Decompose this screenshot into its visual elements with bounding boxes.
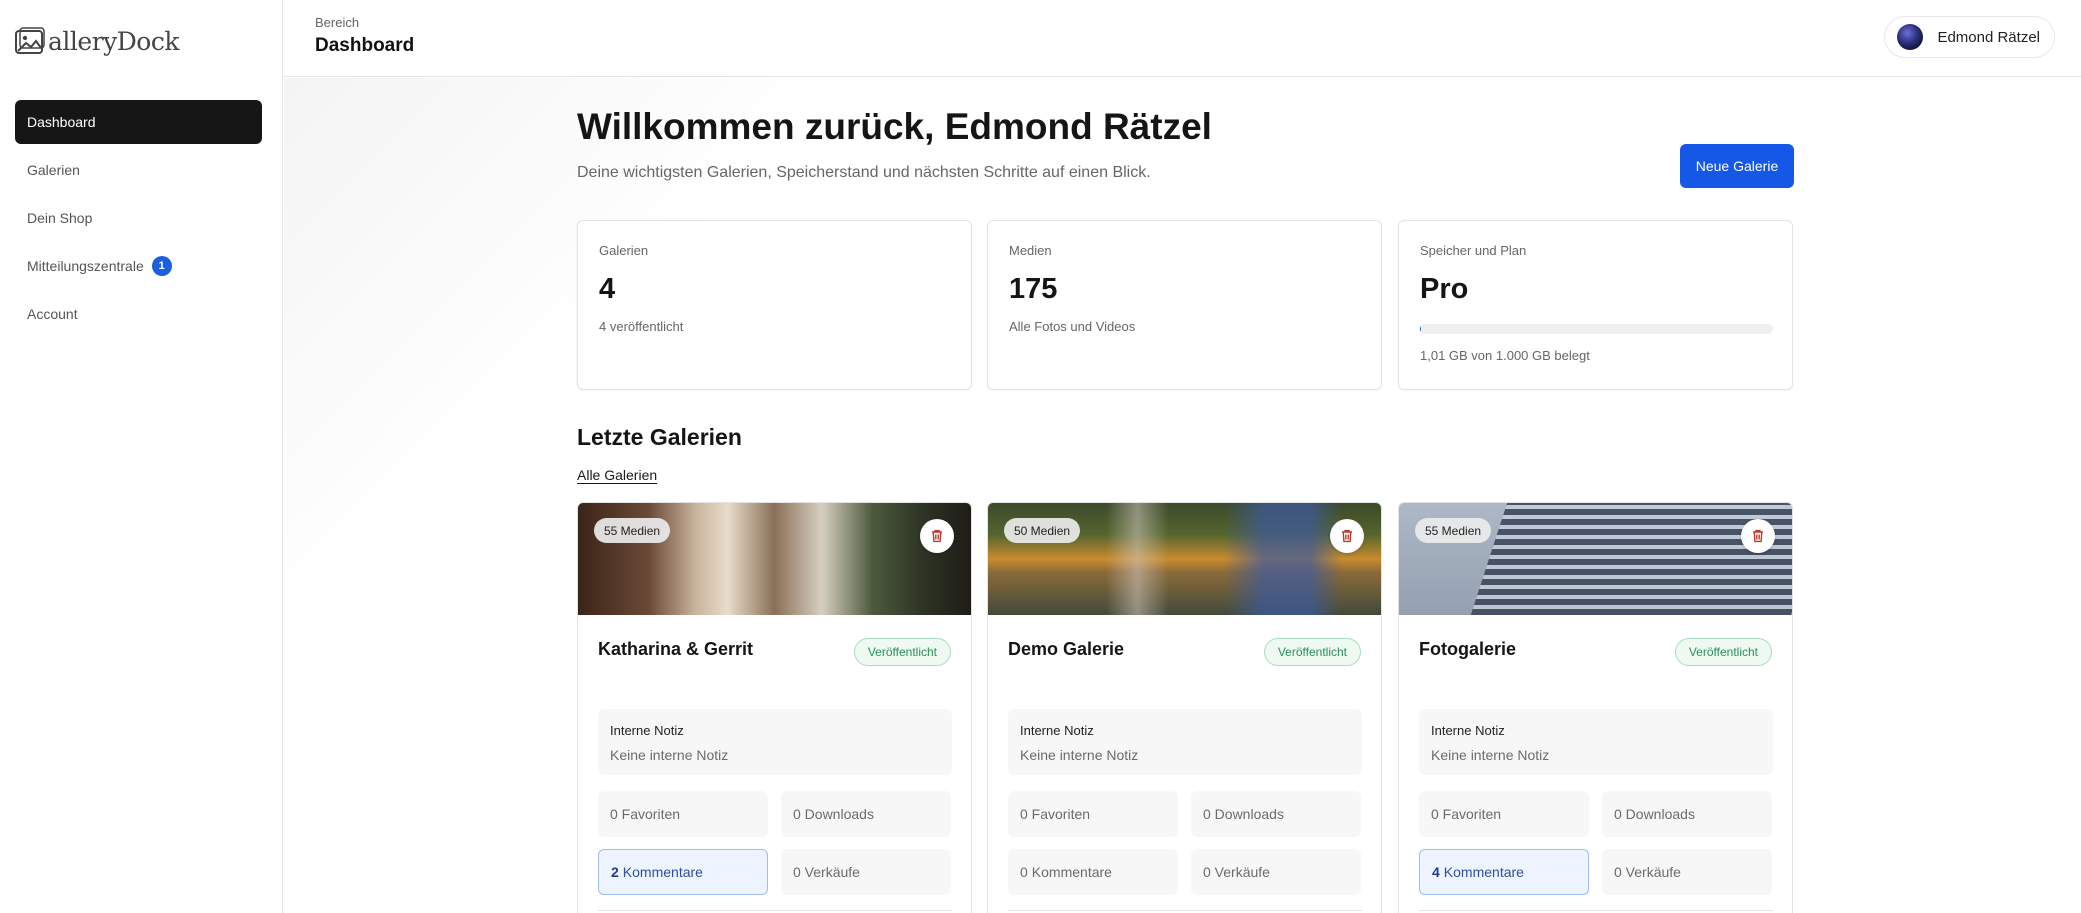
all-galleries-link[interactable]: Alle Galerien xyxy=(577,467,657,483)
comments-count: 4 xyxy=(1432,864,1440,880)
gallery-title[interactable]: Fotogalerie xyxy=(1419,639,1516,660)
page-title: Dashboard xyxy=(315,35,415,56)
sidebar: alleryDock Dashboard Galerien Dein Shop … xyxy=(0,0,283,913)
sales-metric: 0 Verkäufe xyxy=(1602,849,1772,895)
note-text: Keine interne Notiz xyxy=(610,747,729,763)
internal-note: Interne Notiz Keine interne Notiz xyxy=(1419,709,1773,775)
user-menu-button[interactable]: Edmond Rätzel xyxy=(1884,16,2055,58)
note-title: Interne Notiz xyxy=(1020,723,1094,738)
main-content: Willkommen zurück, Edmond Rätzel Deine w… xyxy=(284,78,2081,913)
internal-note: Interne Notiz Keine interne Notiz xyxy=(1008,709,1362,775)
plan-name: Pro xyxy=(1420,273,1469,305)
stat-label: Speicher und Plan xyxy=(1420,243,1527,258)
status-badge: Veröffentlicht xyxy=(1263,638,1361,666)
comments-label: Kommentare xyxy=(1031,864,1112,880)
note-title: Interne Notiz xyxy=(1431,723,1505,738)
divider xyxy=(1419,910,1773,911)
notification-count-badge: 1 xyxy=(151,256,172,276)
brand-name: alleryDock xyxy=(48,26,180,56)
trash-icon xyxy=(1753,529,1763,543)
sidebar-item-mitteilungszentrale[interactable]: Mitteilungszentrale 1 xyxy=(15,244,262,288)
sidebar-item-dashboard[interactable]: Dashboard xyxy=(15,100,262,144)
gallery-logo-icon xyxy=(15,27,45,54)
stat-label: Medien xyxy=(1009,243,1052,258)
storage-usage-text: 1,01 GB von 1.000 GB belegt xyxy=(1420,348,1590,363)
stat-note: Alle Fotos und Videos xyxy=(1009,319,1136,334)
downloads-metric: 0 Downloads xyxy=(1191,791,1361,837)
delete-gallery-button[interactable] xyxy=(1741,519,1775,553)
comments-label: Kommentare xyxy=(1443,864,1524,880)
note-text: Keine interne Notiz xyxy=(1431,747,1550,763)
media-count-chip: 55 Medien xyxy=(594,518,671,543)
note-title: Interne Notiz xyxy=(610,723,684,738)
divider xyxy=(1008,910,1362,911)
stat-label: Galerien xyxy=(599,243,649,258)
favorites-metric: 0 Favoriten xyxy=(1419,791,1589,837)
sidebar-nav: Dashboard Galerien Dein Shop Mitteilungs… xyxy=(15,100,262,340)
stat-card-galleries: Galerien 4 4 veröffentlicht xyxy=(577,220,972,390)
comments-label: Kommentare xyxy=(622,864,703,880)
delete-gallery-button[interactable] xyxy=(1330,519,1364,553)
divider xyxy=(598,910,952,911)
comments-metric[interactable]: 0 Kommentare xyxy=(1008,849,1178,895)
comments-metric[interactable]: 2 Kommentare xyxy=(598,849,768,895)
sidebar-item-label: Dein Shop xyxy=(27,210,93,226)
new-gallery-button[interactable]: Neue Galerie xyxy=(1680,144,1794,188)
stat-card-media: Medien 175 Alle Fotos und Videos xyxy=(987,220,1382,390)
comments-count: 2 xyxy=(611,864,619,880)
sales-metric: 0 Verkäufe xyxy=(781,849,951,895)
sidebar-item-account[interactable]: Account xyxy=(15,292,262,336)
recent-galleries-heading: Letzte Galerien xyxy=(577,424,742,450)
avatar xyxy=(1897,24,1924,50)
gallery-title[interactable]: Demo Galerie xyxy=(1008,639,1124,660)
trash-icon xyxy=(1342,529,1352,543)
comments-metric[interactable]: 4 Kommentare xyxy=(1419,849,1589,895)
gallery-card[interactable]: 50 Medien Demo Galerie Veröffentlicht In… xyxy=(987,502,1382,913)
downloads-metric: 0 Downloads xyxy=(781,791,951,837)
sidebar-item-label: Mitteilungszentrale xyxy=(27,258,144,274)
sidebar-item-galerien[interactable]: Galerien xyxy=(15,148,262,192)
gallery-title[interactable]: Katharina & Gerrit xyxy=(598,639,753,660)
internal-note: Interne Notiz Keine interne Notiz xyxy=(598,709,952,775)
user-name: Edmond Rätzel xyxy=(1937,28,2040,46)
note-text: Keine interne Notiz xyxy=(1020,747,1139,763)
gallery-card[interactable]: 55 Medien Katharina & Gerrit Veröffentli… xyxy=(577,502,972,913)
delete-gallery-button[interactable] xyxy=(920,519,954,553)
stat-value: 175 xyxy=(1009,273,1058,305)
sidebar-item-label: Galerien xyxy=(27,162,80,178)
favorites-metric: 0 Favoriten xyxy=(1008,791,1178,837)
status-badge: Veröffentlicht xyxy=(1674,638,1772,666)
sidebar-item-label: Dashboard xyxy=(27,114,96,130)
status-badge: Veröffentlicht xyxy=(853,638,951,666)
top-bar: Bereich Dashboard Edmond Rätzel xyxy=(283,0,2081,77)
stat-note: 4 veröffentlicht xyxy=(599,319,684,334)
media-count-chip: 50 Medien xyxy=(1004,518,1081,543)
stat-card-storage: Speicher und Plan Pro 1,01 GB von 1.000 … xyxy=(1398,220,1793,390)
sales-metric: 0 Verkäufe xyxy=(1191,849,1361,895)
media-count-chip: 55 Medien xyxy=(1415,518,1492,543)
comments-count: 0 xyxy=(1020,864,1028,880)
sidebar-item-shop[interactable]: Dein Shop xyxy=(15,196,262,240)
stat-value: 4 xyxy=(599,273,616,305)
gallery-card[interactable]: 55 Medien Fotogalerie Veröffentlicht Int… xyxy=(1398,502,1793,913)
trash-icon xyxy=(932,529,942,543)
favorites-metric: 0 Favoriten xyxy=(598,791,768,837)
welcome-subtitle: Deine wichtigsten Galerien, Speicherstan… xyxy=(577,164,1151,181)
downloads-metric: 0 Downloads xyxy=(1602,791,1772,837)
brand-logo[interactable]: alleryDock xyxy=(14,26,180,56)
breadcrumb-section: Bereich xyxy=(315,15,360,30)
sidebar-item-label: Account xyxy=(27,306,78,322)
welcome-heading: Willkommen zurück, Edmond Rätzel xyxy=(577,106,1212,147)
storage-progress-bar xyxy=(1420,324,1773,334)
